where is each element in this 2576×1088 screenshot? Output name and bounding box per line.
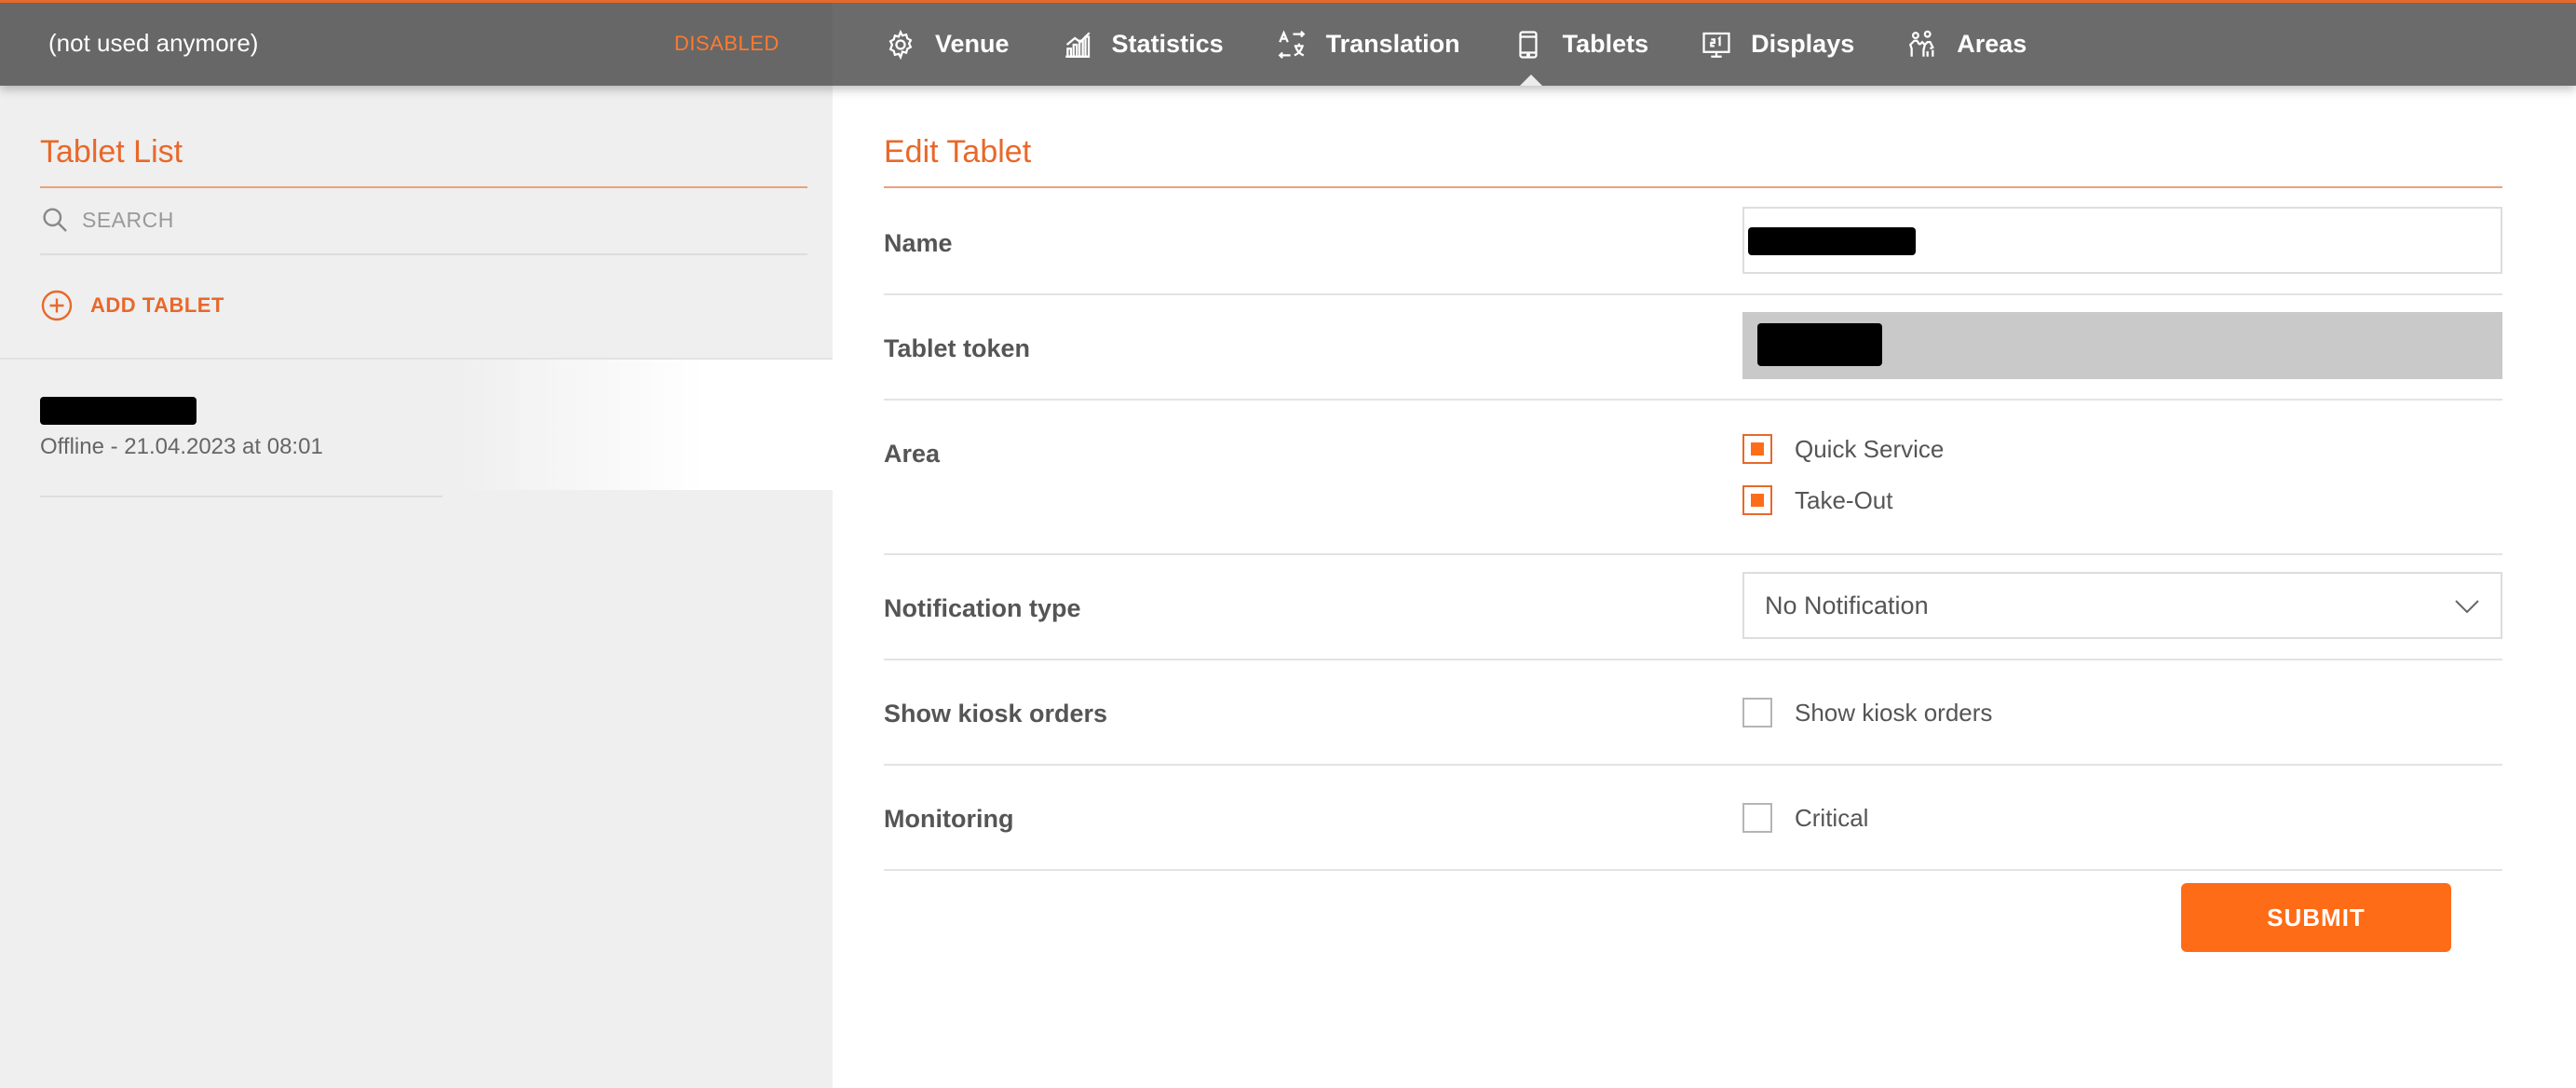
venue-status-badge: DISABLED bbox=[674, 32, 780, 55]
nav-label-tablets: Tablets bbox=[1562, 30, 1649, 58]
kiosk-checkbox[interactable] bbox=[1742, 698, 1772, 728]
edit-tablet-panel: Edit Tablet Name Tablet token Area Quick… bbox=[833, 86, 2576, 1088]
notification-label: Notification type bbox=[884, 594, 1081, 622]
nav-label-translation: Translation bbox=[1325, 30, 1460, 58]
name-value-redacted bbox=[1748, 227, 1916, 255]
name-label: Name bbox=[884, 229, 953, 257]
kiosk-row: Show kiosk orders Show kiosk orders bbox=[884, 660, 2502, 766]
chevron-down-icon bbox=[2455, 600, 2479, 614]
critical-checkbox[interactable] bbox=[1742, 803, 1772, 833]
token-field bbox=[1742, 312, 2502, 379]
take-out-checkbox[interactable] bbox=[1742, 485, 1772, 515]
list-item[interactable] bbox=[0, 360, 833, 490]
nav-item-venue[interactable]: Venue bbox=[885, 3, 1010, 86]
nav-label-venue: Venue bbox=[935, 30, 1010, 58]
token-row: Tablet token bbox=[884, 295, 2502, 401]
top-bar: (not used anymore) DISABLED Venue Statis… bbox=[0, 0, 2576, 86]
venue-name: (not used anymore) bbox=[48, 29, 259, 57]
area-option-take-out[interactable]: Take-Out bbox=[1742, 485, 1893, 515]
search-divider bbox=[40, 253, 807, 255]
search-input[interactable] bbox=[82, 201, 790, 238]
display-icon bbox=[1702, 32, 1730, 58]
sidebar: Tablet List ADD TABLET Offline - 21.04.2… bbox=[0, 86, 833, 1088]
nav-item-tablets[interactable]: Tablets bbox=[1512, 3, 1649, 86]
nav-label-areas: Areas bbox=[1957, 30, 2027, 58]
nav-label-displays: Displays bbox=[1751, 30, 1855, 58]
main-nav: Venue Statistics Translation Tablets Dis… bbox=[885, 3, 2079, 86]
list-item-divider bbox=[40, 496, 442, 497]
monitoring-row: Monitoring Critical bbox=[884, 766, 2502, 871]
search-icon bbox=[43, 208, 67, 232]
add-tablet-label: ADD TABLET bbox=[90, 293, 224, 317]
tablet-status: Offline - 21.04.2023 at 08:01 bbox=[40, 434, 323, 459]
nav-item-displays[interactable]: Displays bbox=[1701, 3, 1854, 86]
tablet-icon bbox=[1519, 30, 1538, 59]
kiosk-checkbox-label: Show kiosk orders bbox=[1795, 698, 1993, 727]
add-tablet-button[interactable]: ADD TABLET bbox=[40, 289, 224, 322]
page-title: Edit Tablet bbox=[884, 134, 1032, 170]
monitoring-label: Monitoring bbox=[884, 805, 1014, 833]
nav-item-areas[interactable]: Areas bbox=[1906, 3, 2027, 86]
sidebar-title-divider bbox=[40, 186, 807, 188]
submit-button[interactable]: SUBMIT bbox=[2181, 883, 2451, 952]
venue-header: (not used anymore) DISABLED bbox=[0, 3, 833, 86]
gear-icon bbox=[888, 29, 913, 60]
token-label: Tablet token bbox=[884, 334, 1031, 362]
quick-service-label: Quick Service bbox=[1795, 434, 1945, 463]
sidebar-title: Tablet List bbox=[40, 134, 183, 170]
title-divider bbox=[884, 186, 2502, 188]
monitoring-option[interactable]: Critical bbox=[1742, 803, 1868, 833]
critical-label: Critical bbox=[1795, 803, 1869, 832]
nav-item-translation[interactable]: Translation bbox=[1276, 3, 1460, 86]
kiosk-label: Show kiosk orders bbox=[884, 700, 1108, 728]
notification-row: Notification type No Notification bbox=[884, 555, 2502, 660]
quick-service-checkbox[interactable] bbox=[1742, 434, 1772, 464]
area-label: Area bbox=[884, 440, 941, 468]
notification-value: No Notification bbox=[1765, 591, 1929, 619]
plus-circle-icon bbox=[41, 290, 73, 321]
area-row: Area Quick Service Take-Out bbox=[884, 401, 2502, 555]
name-field[interactable] bbox=[1742, 207, 2502, 274]
nav-item-statistics[interactable]: Statistics bbox=[1062, 3, 1224, 86]
translate-icon bbox=[1278, 29, 1305, 59]
take-out-label: Take-Out bbox=[1795, 485, 1893, 514]
areas-icon bbox=[1909, 30, 1935, 57]
name-row: Name bbox=[884, 190, 2502, 295]
kiosk-option[interactable]: Show kiosk orders bbox=[1742, 698, 1992, 728]
tablet-name-redacted bbox=[40, 397, 197, 425]
nav-label-statistics: Statistics bbox=[1111, 30, 1224, 58]
notification-select[interactable]: No Notification bbox=[1742, 572, 2502, 639]
area-option-quick-service[interactable]: Quick Service bbox=[1742, 434, 1944, 464]
token-value-redacted bbox=[1757, 323, 1882, 366]
bar-chart-icon bbox=[1064, 31, 1091, 58]
